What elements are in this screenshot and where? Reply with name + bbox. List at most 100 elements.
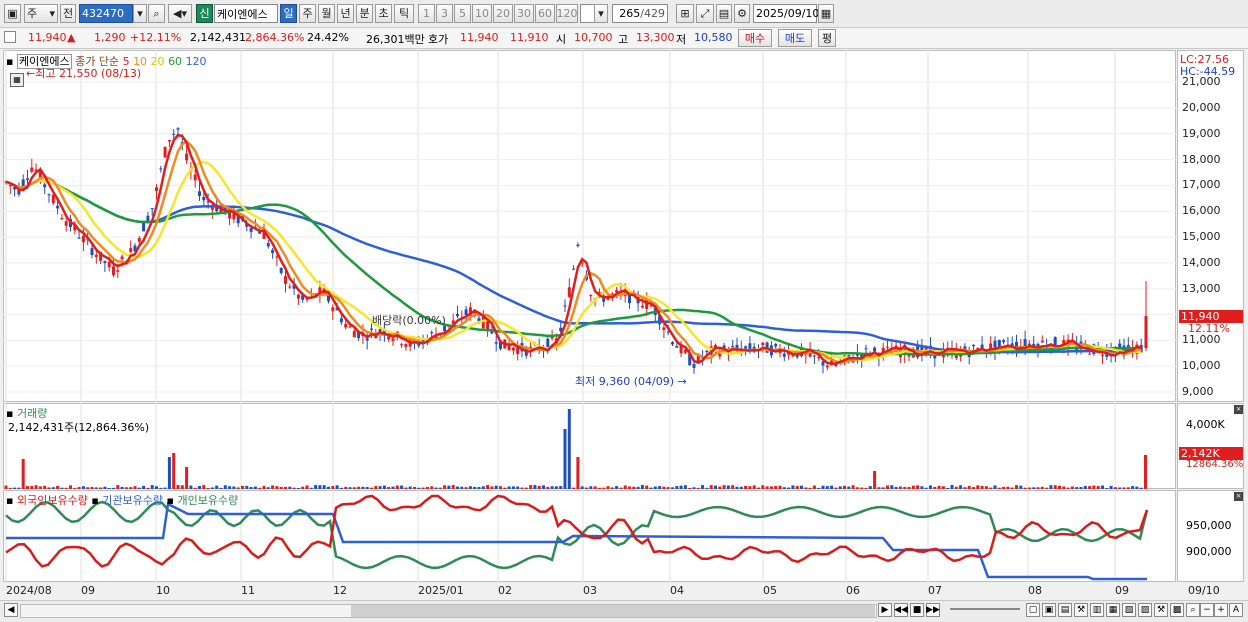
interval-10[interactable]: 10: [472, 4, 492, 23]
stock-name[interactable]: 케이엔에스: [214, 4, 278, 23]
period-second-button[interactable]: 초: [375, 4, 392, 23]
volume-bar: [533, 485, 537, 489]
layout-icon-5[interactable]: ▦: [1106, 603, 1120, 617]
candle-body: [344, 323, 348, 328]
layout-icon-6[interactable]: ▧: [1122, 603, 1136, 617]
interval-30[interactable]: 30: [514, 4, 534, 23]
close-icon[interactable]: ×: [1234, 492, 1243, 501]
volume-bar: [1144, 455, 1147, 489]
interval-20[interactable]: 20: [493, 4, 513, 23]
volume-bar: [1040, 486, 1044, 489]
volume-bar: [834, 487, 838, 489]
volume-bar: [714, 485, 717, 489]
volume-y-axis[interactable]: [1177, 403, 1244, 489]
grid-icon[interactable]: ▦: [10, 73, 24, 87]
sell-button[interactable]: 매도: [778, 29, 812, 47]
layout-icon-8[interactable]: ▩: [1170, 603, 1184, 617]
volume-bar: [701, 485, 705, 489]
chevron-down-icon[interactable]: ▾: [133, 4, 147, 23]
volume-bar: [107, 487, 111, 489]
tools-icon-2[interactable]: ⚒: [1154, 603, 1168, 617]
layout-icon-2[interactable]: ▣: [1042, 603, 1056, 617]
volume-bar: [662, 486, 666, 489]
bar-count[interactable]: 265/429: [612, 4, 668, 23]
code-input[interactable]: 432470: [79, 4, 133, 23]
volume-bar: [421, 487, 425, 489]
rewind-icon[interactable]: ◀◀: [894, 603, 908, 617]
chart-edit-icon[interactable]: ⤢: [696, 4, 714, 23]
open-label: 시: [556, 33, 567, 46]
stop-icon[interactable]: ■: [910, 603, 924, 617]
volume-bar: [314, 485, 318, 489]
interval-60[interactable]: 60: [535, 4, 555, 23]
interval-1[interactable]: 1: [418, 4, 435, 23]
volume-bar: [593, 486, 597, 489]
volume: 2,142,431: [190, 31, 246, 44]
interval-5[interactable]: 5: [454, 4, 471, 23]
period-month-button[interactable]: 월: [318, 4, 335, 23]
date-input[interactable]: 2025/09/10: [753, 4, 819, 23]
buy-button[interactable]: 매수: [738, 29, 772, 47]
scroll-right-icon[interactable]: ▶: [878, 603, 892, 617]
volume-bar: [339, 487, 343, 489]
scrollbar-thumb[interactable]: [351, 605, 875, 617]
market-select[interactable]: 주 ▾: [24, 4, 58, 23]
period-day-button[interactable]: 일: [280, 4, 297, 23]
checkbox[interactable]: [4, 31, 16, 43]
candle-body: [464, 309, 468, 316]
candle-body: [972, 344, 975, 347]
scrollbar-track[interactable]: [20, 604, 877, 618]
evaluate-button[interactable]: 평: [818, 29, 836, 47]
period-year-button[interactable]: 년: [337, 4, 354, 23]
gear-icon[interactable]: ⚙: [734, 4, 750, 23]
layout-icon[interactable]: ▢: [1026, 603, 1040, 617]
panel-menu-icon[interactable]: ▪: [6, 494, 13, 507]
holding-y-axis[interactable]: [1177, 490, 1244, 582]
volume-bar: [606, 486, 610, 489]
plus-icon[interactable]: +: [1214, 603, 1228, 617]
candle-body: [56, 205, 60, 209]
period-tick-button[interactable]: 틱: [394, 4, 414, 23]
volume-bar: [99, 487, 103, 489]
window-icon[interactable]: ▣: [4, 4, 21, 23]
x-axis-tick: 05: [763, 584, 777, 597]
volume-bar: [1036, 487, 1040, 489]
high-note: ←최고 21,550 (08/13): [26, 65, 141, 81]
interval-120[interactable]: 120: [556, 4, 578, 23]
low-note-text: 최저 9,360 (04/09): [575, 375, 675, 388]
volume-bar: [142, 485, 146, 489]
volume-bar: [636, 486, 640, 489]
interval-3[interactable]: 3: [436, 4, 453, 23]
search-icon[interactable]: ⌕: [148, 4, 165, 23]
chevron-down-icon[interactable]: ▾: [594, 4, 608, 23]
layout-icon-4[interactable]: ▥: [1090, 603, 1104, 617]
candle-body: [47, 194, 51, 196]
volume-bar: [494, 485, 498, 489]
ma20-label: 20: [150, 55, 165, 68]
volume-bar: [924, 487, 928, 489]
volume-bar: [671, 487, 674, 489]
minus-icon[interactable]: −: [1200, 603, 1214, 617]
period-type[interactable]: 전: [60, 4, 76, 23]
play-icon[interactable]: ▶▶: [926, 603, 940, 617]
scroll-left-icon[interactable]: ◀: [4, 603, 18, 617]
layout-icon-3[interactable]: ▤: [1058, 603, 1072, 617]
search-icon[interactable]: ⌕: [1186, 603, 1200, 617]
speaker-icon[interactable]: ◀▾: [168, 4, 192, 23]
auto-icon[interactable]: A: [1229, 603, 1243, 617]
candle-body: [150, 208, 154, 210]
close-icon[interactable]: ×: [1234, 405, 1243, 414]
grid-icon[interactable]: ⊞: [676, 4, 694, 23]
bottom-scroll-bar: ◀ ▶ ◀◀ ■ ▶▶ ▢ ▣ ▤ ⚒ ▥ ▦ ▧ ▨ ⚒ ▩ ⌕ − + A: [0, 600, 1248, 622]
zoom-slider[interactable]: [950, 608, 1020, 610]
volume-bar: [236, 487, 240, 489]
calendar-icon[interactable]: ▦: [818, 4, 834, 23]
layout-icon-7[interactable]: ▨: [1138, 603, 1152, 617]
period-minute-button[interactable]: 분: [356, 4, 373, 23]
save-icon[interactable]: ▤: [716, 4, 732, 23]
volume-bar: [447, 485, 451, 489]
volume-bar: [683, 485, 687, 489]
period-week-button[interactable]: 주: [299, 4, 316, 23]
tools-icon[interactable]: ⚒: [1074, 603, 1088, 617]
panel-menu-icon[interactable]: ▪: [6, 55, 13, 68]
